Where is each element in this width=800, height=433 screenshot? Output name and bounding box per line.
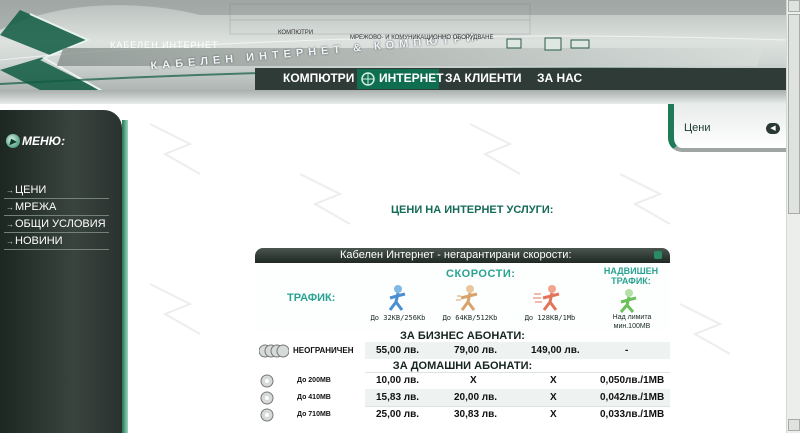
logo-small-text: КАБЕЛЕН ИНТЕРНЕТ	[110, 40, 219, 50]
right-panel-label: Цени	[684, 122, 711, 134]
traffic-heading: ТРАФИК:	[287, 292, 336, 304]
over-cell: 0,050лв./1МВ	[600, 375, 665, 386]
sidebar-item-terms[interactable]: →ОБЩИ УСЛОВИЯ	[4, 216, 109, 233]
over-cell: -	[625, 345, 629, 356]
header-tag-computers: КОМПЮТРИ	[278, 30, 314, 36]
unavailable-mark: X	[550, 392, 557, 403]
main-nav: КОМПЮТРИ ИНТЕРНЕТ ЗА КЛИЕНТИ ЗА НАС	[255, 68, 786, 90]
unavailable-mark: X	[550, 409, 557, 420]
right-context-panel: Цени ◀	[668, 104, 786, 152]
unavailable-mark: X	[470, 375, 477, 386]
expand-icon[interactable]	[654, 251, 662, 259]
nav-for-clients[interactable]: ЗА КЛИЕНТИ	[445, 71, 522, 85]
sidebar-item-label: ОБЩИ УСЛОВИЯ	[15, 218, 106, 230]
traffic-label: До 410МВ	[297, 394, 331, 401]
sidebar-item-label: ЦЕНИ	[15, 184, 47, 196]
business-section-label: ЗА БИЗНЕС АБОНАТИ:	[255, 330, 670, 342]
traffic-label: До 200МВ	[297, 377, 331, 384]
back-arrow-icon[interactable]: ◀	[766, 123, 780, 134]
price-cell: 30,83 лв.	[454, 409, 498, 420]
pricing-table: Кабелен Интернет - негарантирани скорост…	[255, 248, 670, 433]
page-title: ЦЕНИ НА ИНТЕРНЕТ УСЛУГИ:	[391, 204, 554, 216]
traffic-unlimited: НЕОГРАНИЧЕН	[293, 346, 354, 355]
unavailable-mark: X	[550, 375, 557, 386]
nav-computers[interactable]: КОМПЮТРИ	[283, 71, 354, 85]
arrow-icon: →	[6, 237, 14, 246]
speed-label: До 32KB/256Kb	[370, 314, 426, 322]
home-section-label: ЗА ДОМАШНИ АБОНАТИ:	[255, 360, 670, 372]
price-cell: 25,00 лв.	[376, 409, 420, 420]
header-tag-network: МРЕЖОВО- И КОМУНИКАЦИОННО ОБОРУДВАНЕ	[350, 35, 494, 41]
runner-over-icon	[619, 289, 637, 313]
menu-title: ▶ МЕНЮ:	[6, 134, 65, 148]
runner-medium-icon	[456, 285, 478, 311]
over-cell: 0,033лв./1МВ	[600, 409, 665, 420]
disc-icon	[260, 408, 274, 422]
table-row: До 410МВ 15,83 лв. 20,00 лв. X 0,042лв./…	[255, 389, 670, 406]
scroll-thumb[interactable]	[788, 14, 800, 214]
discs-icon	[259, 344, 289, 358]
arrow-icon: →	[6, 220, 14, 229]
speed-col-1: До 32KB/256Kb	[363, 284, 433, 322]
over-cell: 0,042лв./1МВ	[600, 392, 665, 403]
speed-col-2: До 64KB/512Kb	[435, 284, 505, 322]
site-header: КАБЕЛЕН ИНТЕРНЕТ КАБЕЛЕН ИНТЕРНЕТ & КОМП…	[0, 0, 786, 104]
price-cell: 79,00 лв.	[454, 345, 498, 356]
nav-internet[interactable]: ИНТЕРНЕТ	[379, 71, 444, 85]
price-cell: 15,83 лв.	[376, 392, 420, 403]
speeds-heading: СКОРОСТИ:	[446, 268, 516, 280]
pricing-table-header: Кабелен Интернет - негарантирани скорост…	[255, 248, 670, 263]
arrow-icon: →	[6, 186, 14, 195]
price-cell: 10,00 лв.	[376, 375, 420, 386]
nav-about-us[interactable]: ЗА НАС	[537, 71, 582, 85]
scroll-down-icon[interactable]	[788, 419, 800, 431]
speed-label: До 128KB/1Mb	[524, 314, 576, 322]
runner-slow-icon	[388, 285, 406, 311]
sidebar: ▶ МЕНЮ: →ЦЕНИ →МРЕЖА →ОБЩИ УСЛОВИЯ →НОВИ…	[0, 110, 128, 433]
traffic-label: До 710МВ	[297, 411, 331, 418]
scroll-up-icon[interactable]	[788, 0, 800, 12]
speed-label: До 64KB/512Kb	[442, 314, 498, 322]
disc-icon	[260, 391, 274, 405]
sidebar-item-news[interactable]: →НОВИНИ	[4, 233, 109, 250]
table-row: До 200МВ 10,00 лв. X X 0,050лв./1МВ	[255, 372, 670, 389]
globe-icon	[361, 72, 375, 86]
runner-fast-icon	[533, 285, 560, 311]
header-bottom-strip	[0, 90, 786, 104]
menu-title-text: МЕНЮ:	[22, 134, 66, 148]
over-traffic-desc: Над лимита мин.100МВ	[612, 314, 652, 330]
sidebar-item-prices[interactable]: →ЦЕНИ	[4, 182, 109, 199]
price-cell: 20,00 лв.	[454, 392, 498, 403]
disc-icon	[260, 374, 274, 388]
vertical-scrollbar[interactable]	[786, 0, 800, 433]
table-row: НЕОГРАНИЧЕН 55,00 лв. 79,00 лв. 149,00 л…	[255, 342, 670, 359]
over-traffic-heading: НАДВИШЕН ТРАФИК:	[603, 266, 659, 286]
sidebar-item-network[interactable]: →МРЕЖА	[4, 199, 109, 216]
pricing-column-headers: СКОРОСТИ: ТРАФИК: НАДВИШЕН ТРАФИК: До 32…	[255, 264, 670, 330]
pricing-header-text: Кабелен Интернет - негарантирани скорост…	[340, 249, 572, 261]
header-devices-icons	[506, 37, 590, 51]
sidebar-item-label: МРЕЖА	[15, 201, 57, 213]
menu-arrow-icon: ▶	[6, 134, 20, 148]
sidebar-item-label: НОВИНИ	[15, 235, 63, 247]
menu-list: →ЦЕНИ →МРЕЖА →ОБЩИ УСЛОВИЯ →НОВИНИ	[4, 182, 109, 250]
speed-col-3: До 128KB/1Mb	[515, 284, 585, 322]
table-row: До 710МВ 25,00 лв. 30,83 лв. X 0,033лв./…	[255, 406, 670, 423]
price-cell: 55,00 лв.	[376, 345, 420, 356]
arrow-icon: →	[6, 203, 14, 212]
price-cell: 149,00 лв.	[531, 345, 580, 356]
